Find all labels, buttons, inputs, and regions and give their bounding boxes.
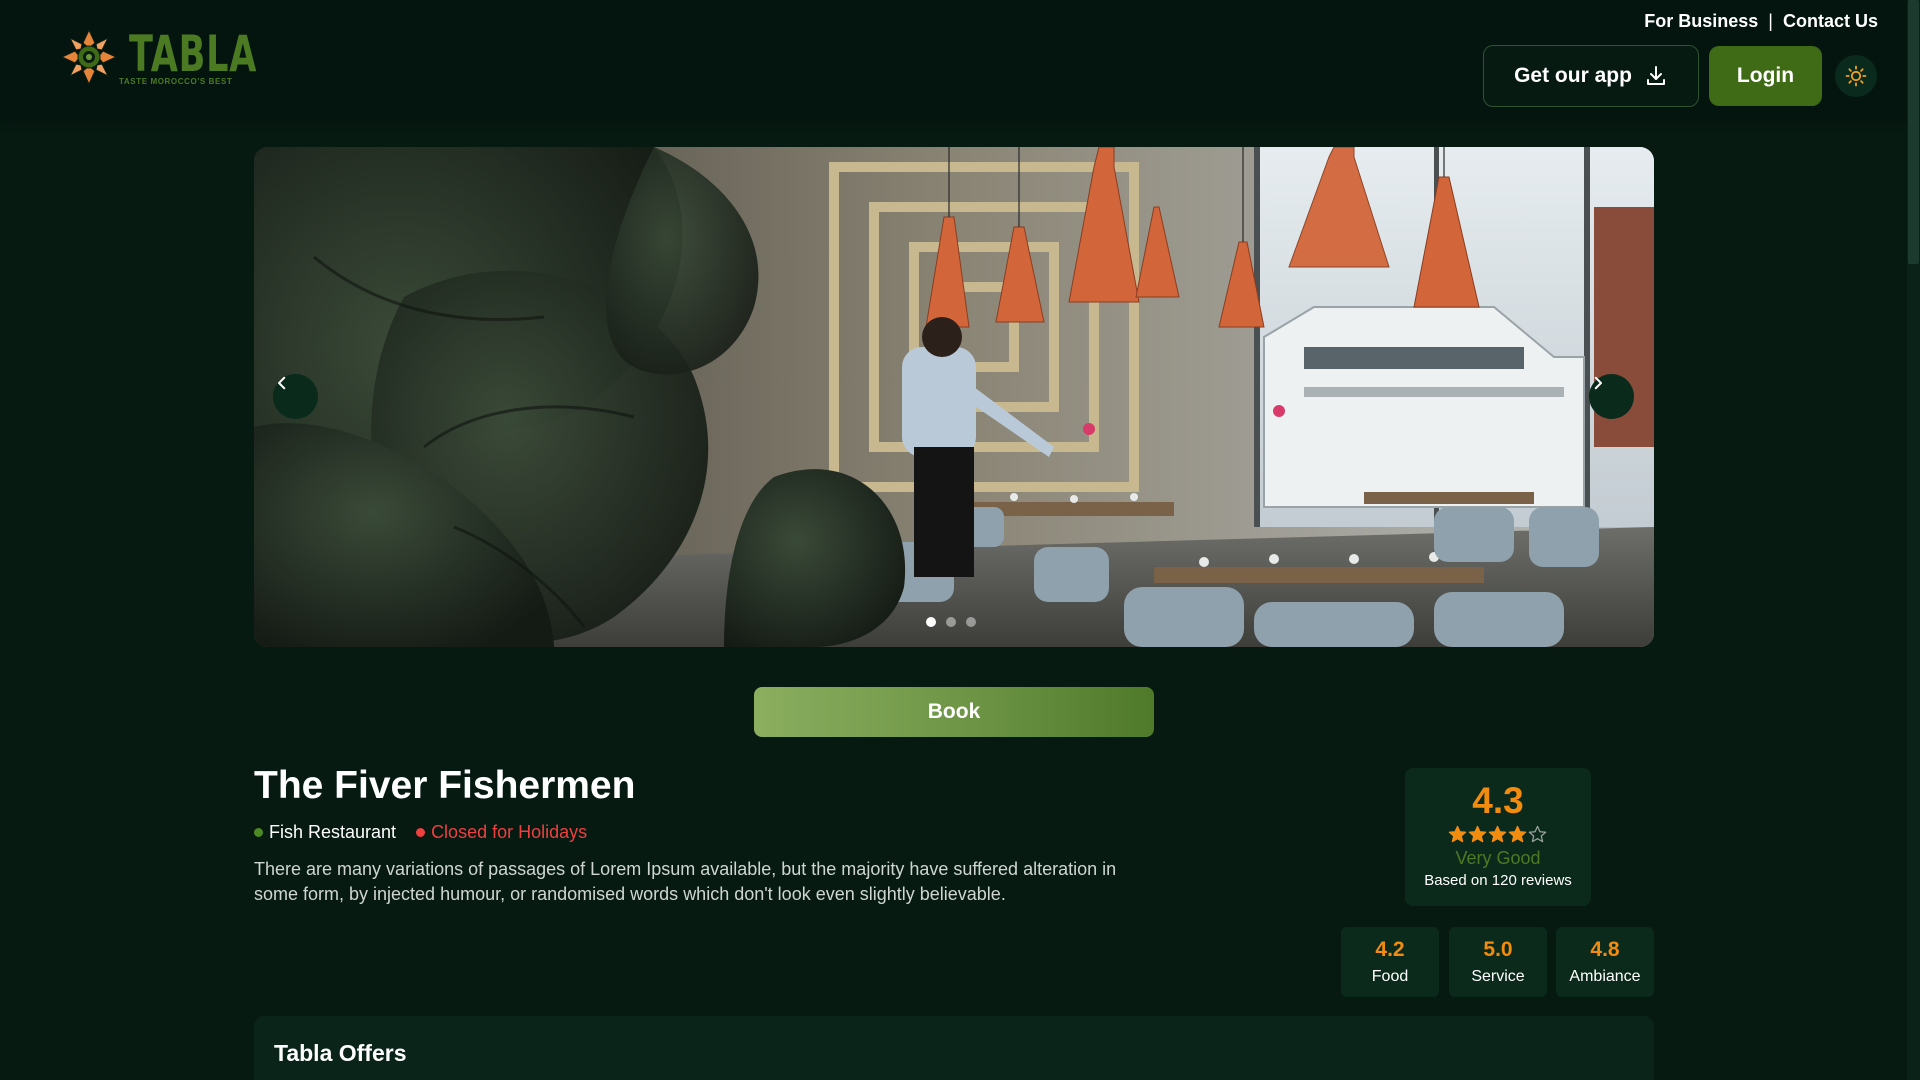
carousel-dots [926,617,976,627]
service-label: Service [1471,968,1525,985]
star-filled-icon [1448,825,1467,843]
top-header: TABLA TASTE MOROCCO'S BEST For Business … [0,0,1920,117]
offers-section: Tabla Offers [254,1016,1654,1080]
carousel-next-button[interactable] [1589,374,1634,419]
status-tag: Closed for Holidays [416,822,587,843]
rating-score: 4.3 [1472,780,1524,821]
carousel-dot[interactable] [946,617,956,627]
star-empty-icon [1528,825,1547,843]
star-filled-icon [1488,825,1507,843]
restaurant-name: The Fiver Fishermen [254,764,636,807]
get-app-button[interactable]: Get our app [1483,45,1699,107]
brand-tagline: TASTE MOROCCO'S BEST [119,77,233,86]
logo-emblem-icon [60,28,118,86]
book-button[interactable]: Book [754,687,1154,737]
offers-title: Tabla Offers [274,1040,407,1066]
carousel-prev-button[interactable] [273,374,318,419]
status-label: Closed for Holidays [431,822,588,842]
hero-carousel [254,147,1654,647]
link-separator: | [1768,11,1773,31]
rating-stars [1448,825,1547,844]
star-filled-icon [1468,825,1487,843]
category-label: Fish Restaurant [269,822,397,842]
login-button[interactable]: Login [1709,46,1822,106]
carousel-dot[interactable] [926,617,936,627]
page-scrollbar-thumb[interactable] [1908,0,1919,264]
service-score: 5.0 [1483,938,1513,961]
restaurant-tags: Fish Restaurant Closed for Holidays [254,822,587,843]
restaurant-photo [254,147,1654,647]
chevron-right-icon [1594,376,1602,390]
review-count: Based on 120 reviews [1424,872,1572,889]
ambiance-label: Ambiance [1569,968,1641,985]
contact-us-link[interactable]: Contact Us [1783,11,1878,32]
restaurant-description: There are many variations of passages of… [254,859,1117,904]
food-label: Food [1371,968,1409,985]
status-bullet-icon [416,828,426,837]
food-score: 4.2 [1375,938,1405,961]
rating-label: Very Good [1455,848,1541,868]
ambiance-score-card: 4.8 Ambiance [1556,927,1654,997]
food-score-card: 4.2 Food [1341,927,1439,997]
sun-icon [1845,65,1867,87]
top-links: For Business | Contact Us [1644,11,1878,32]
service-score-card: 5.0 Service [1449,927,1547,997]
brand-name: TABLA [129,25,258,83]
overall-rating-card: 4.3 Very Good Based on 120 reviews [1405,768,1591,906]
ambiance-score: 4.8 [1590,938,1620,961]
brand-logo[interactable]: TABLA TASTE MOROCCO'S BEST [60,26,256,92]
get-app-label: Get our app [1514,64,1632,87]
category-bullet-icon [254,828,263,837]
category-tag: Fish Restaurant [254,822,396,843]
for-business-link[interactable]: For Business [1644,11,1758,32]
star-filled-icon [1508,825,1527,843]
theme-toggle-button[interactable] [1835,55,1877,97]
download-icon [1646,66,1665,85]
chevron-left-icon [278,376,286,390]
carousel-dot[interactable] [966,617,976,627]
